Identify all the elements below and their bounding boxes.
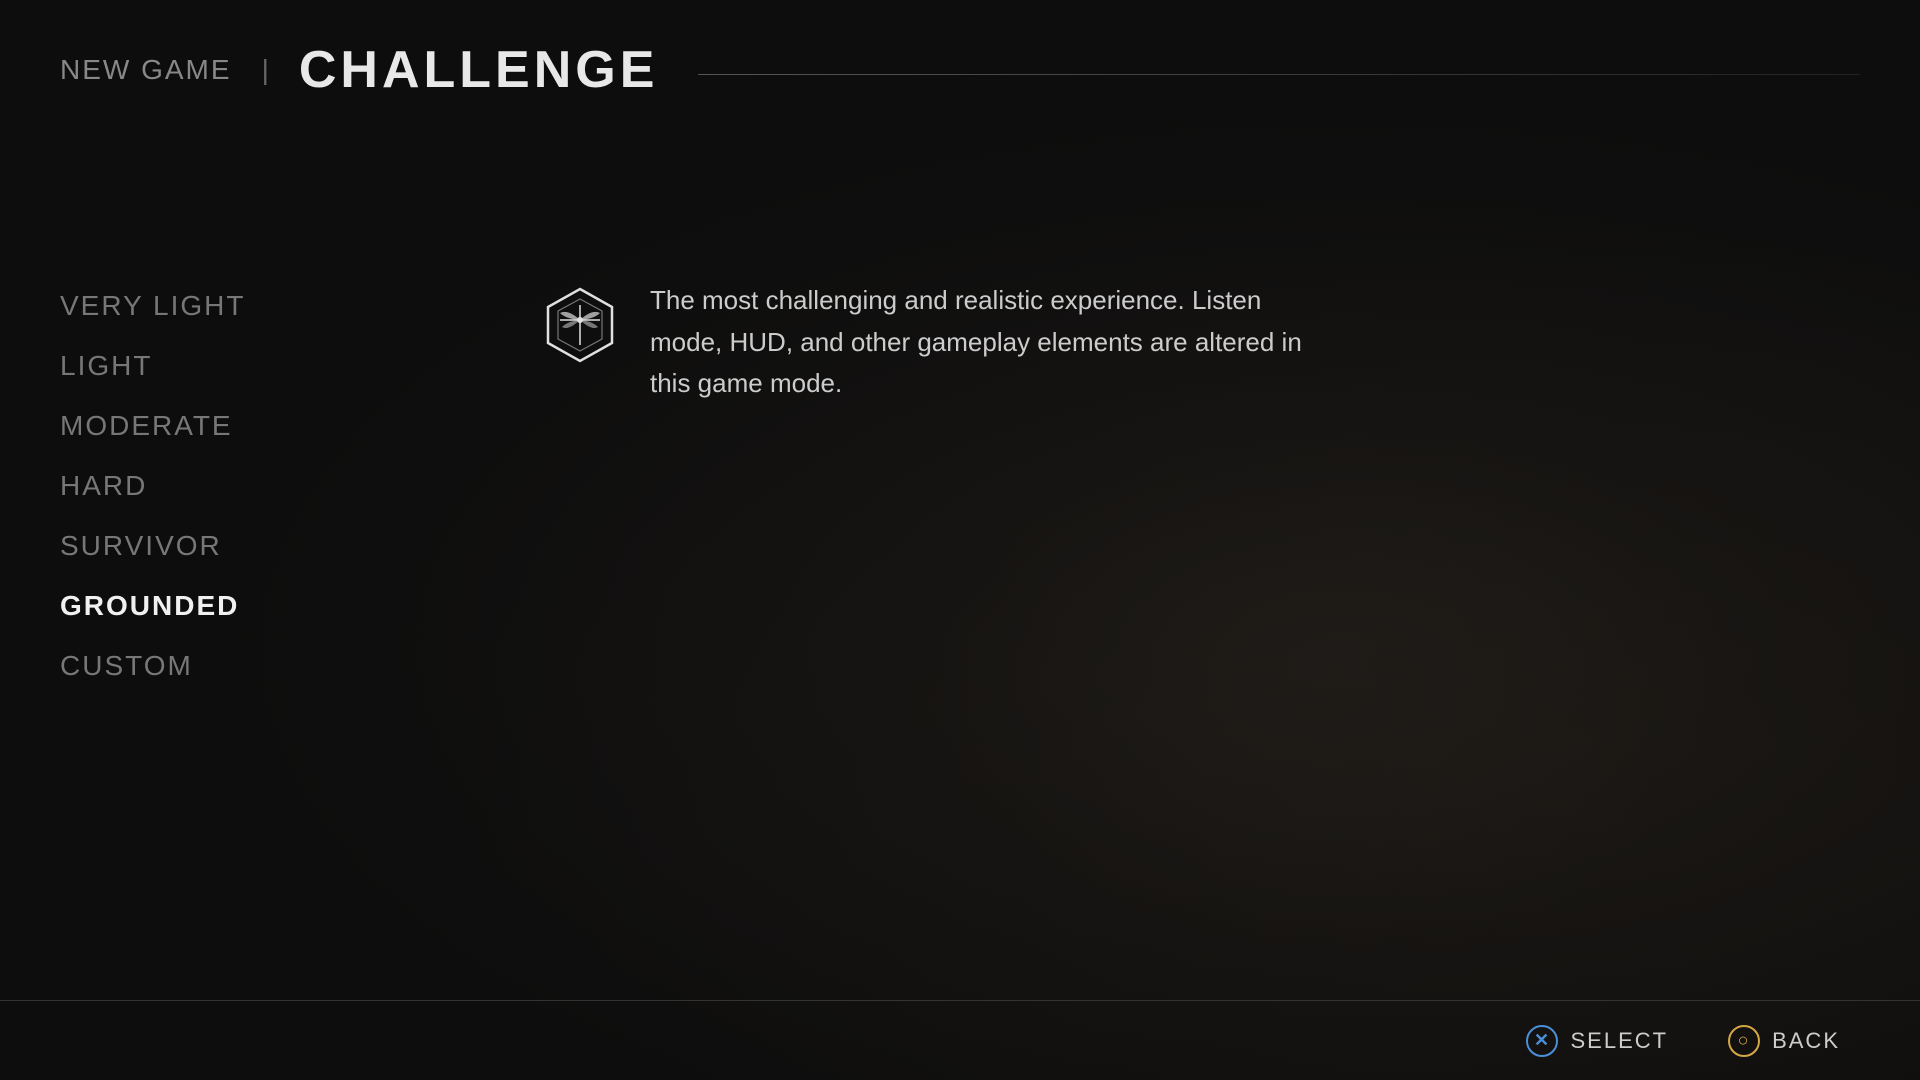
difficulty-icon xyxy=(540,285,620,365)
header: NEW GAME | CHALLENGE xyxy=(0,0,1920,100)
back-icon: ○ xyxy=(1728,1025,1760,1057)
difficulty-item-very-light[interactable]: VERY LIGHT xyxy=(60,280,340,332)
difficulty-item-grounded[interactable]: GROUNDED xyxy=(60,580,340,632)
select-action[interactable]: ✕ SELECT xyxy=(1526,1025,1668,1057)
difficulty-item-hard[interactable]: HARD xyxy=(60,460,340,512)
description-panel: The most challenging and realistic exper… xyxy=(340,160,1860,1000)
back-label: BACK xyxy=(1772,1028,1840,1054)
page-title: CHALLENGE xyxy=(299,40,659,100)
difficulty-description: The most challenging and realistic exper… xyxy=(650,280,1330,405)
difficulty-list: VERY LIGHT LIGHT MODERATE HARD SURVIVOR GROUN… xyxy=(60,160,340,1000)
back-action[interactable]: ○ BACK xyxy=(1728,1025,1840,1057)
difficulty-item-custom[interactable]: CUSTOM xyxy=(60,640,340,692)
header-line xyxy=(698,74,1860,75)
difficulty-item-light[interactable]: LIGHT xyxy=(60,340,340,392)
difficulty-item-survivor[interactable]: SURVIVOR xyxy=(60,520,340,572)
main-content: VERY LIGHT LIGHT MODERATE HARD SURVIVOR GROUN… xyxy=(0,100,1920,1000)
breadcrumb-new-game: NEW GAME xyxy=(60,54,232,86)
select-icon: ✕ xyxy=(1526,1025,1558,1057)
header-separator: | xyxy=(262,54,269,86)
page-content: NEW GAME | CHALLENGE VERY LIGHT LIGHT MODE… xyxy=(0,0,1920,1080)
footer: ✕ SELECT ○ BACK xyxy=(0,1000,1920,1080)
difficulty-item-moderate[interactable]: MODERATE xyxy=(60,400,340,452)
select-label: SELECT xyxy=(1570,1028,1668,1054)
